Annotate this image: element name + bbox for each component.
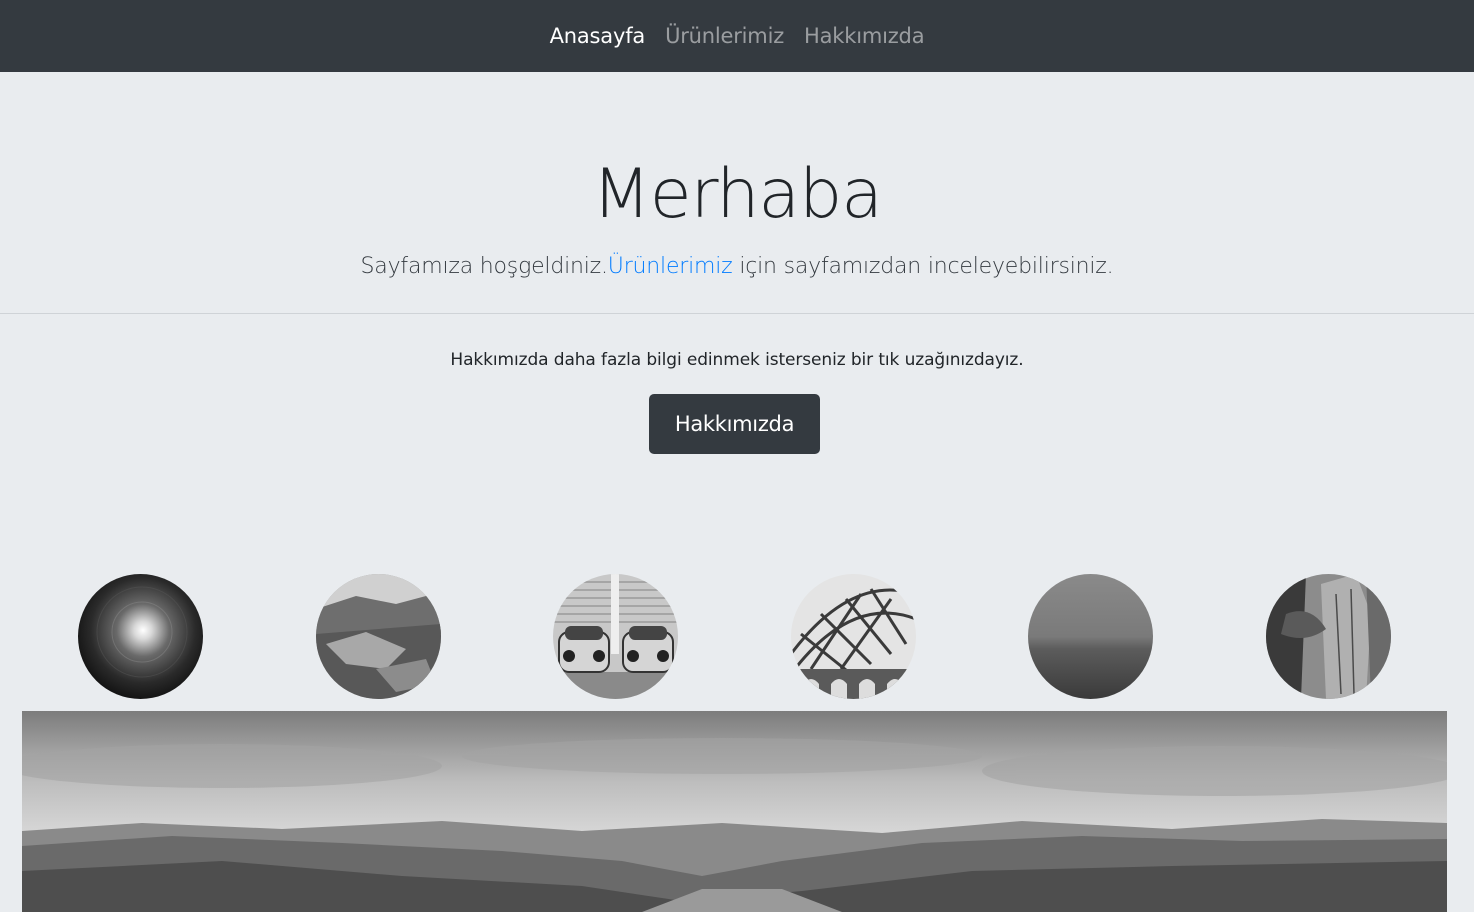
nav-link-urunlerimiz[interactable]: Ürünlerimiz — [655, 24, 794, 48]
about-button[interactable]: Hakkımızda — [649, 394, 820, 454]
nav-link-anasayfa[interactable]: Anasayfa — [540, 24, 655, 48]
gallery-thumb-sea[interactable] — [1028, 574, 1153, 699]
gallery-thumb-rocks[interactable] — [316, 574, 441, 699]
top-navbar: Anasayfa Ürünlerimiz Hakkımızda — [0, 0, 1474, 72]
hero-title: Merhaba — [592, 155, 883, 234]
hero-lead-text: Sayfamıza hoşgeldiniz. — [360, 254, 608, 279]
products-link[interactable]: Ürünlerimiz — [608, 254, 733, 279]
hero-lead-text-end: için sayfamızdan inceleyebilirsiniz. — [732, 254, 1114, 279]
gallery-thumb-cliffs[interactable] — [1266, 574, 1391, 699]
hero-divider — [0, 313, 1474, 314]
hero-lead: Sayfamıza hoşgeldiniz.Ürünlerimiz için s… — [0, 250, 1474, 284]
gallery-thumb-cars[interactable] — [553, 574, 678, 699]
info-text: Hakkımızda daha fazla bilgi edinmek iste… — [450, 350, 1024, 370]
gallery-thumb-bridge[interactable] — [791, 574, 916, 699]
nav-link-hakkimizda[interactable]: Hakkımızda — [794, 24, 934, 48]
gallery-thumb-tunnel[interactable] — [78, 574, 203, 699]
banner-landscape-image — [22, 711, 1447, 912]
